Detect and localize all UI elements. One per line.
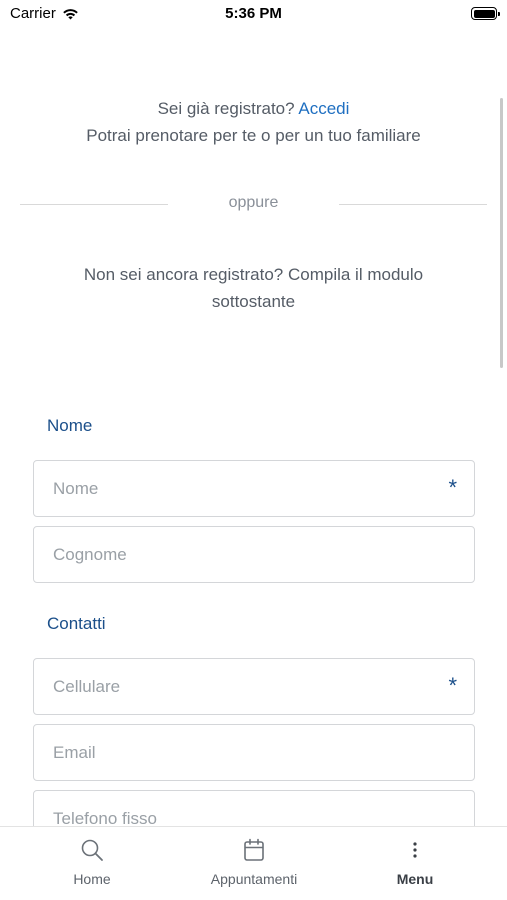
search-icon: [81, 839, 103, 861]
login-prompt-text: Sei già registrato?: [157, 99, 295, 118]
or-divider: oppure: [20, 194, 487, 216]
last-name-field[interactable]: Cognome: [33, 526, 475, 583]
login-link[interactable]: Accedi: [298, 99, 349, 118]
email-placeholder: Email: [53, 743, 96, 762]
clock: 5:36 PM: [225, 5, 282, 22]
register-prompt: Non sei ancora registrato? Compila il mo…: [83, 265, 424, 311]
section-title-nome: Nome: [47, 416, 93, 435]
section-title-contatti: Contatti: [47, 614, 106, 633]
first-name-field[interactable]: Nome *: [33, 460, 475, 517]
tab-appuntamenti-label: Appuntamenti: [210, 871, 298, 887]
email-field[interactable]: Email: [33, 724, 475, 781]
mobile-phone-field[interactable]: Cellulare *: [33, 658, 475, 715]
calendar-icon: [244, 838, 264, 861]
tab-menu-label: Menu: [396, 871, 434, 887]
tab-home-label: Home: [73, 871, 111, 887]
divider-text: oppure: [228, 194, 279, 211]
family-info-text: Potrai prenotare per te o per un tuo fam…: [86, 126, 421, 145]
mobile-phone-placeholder: Cellulare: [53, 677, 121, 696]
tab-appuntamenti[interactable]: Appuntamenti: [184, 837, 324, 887]
last-name-placeholder: Cognome: [53, 545, 127, 564]
required-asterisk: *: [448, 475, 457, 500]
login-prompt: Sei già registrato? Accedi: [0, 99, 507, 119]
first-name-placeholder: Nome: [53, 479, 99, 498]
bottom-tab-bar: Home Appuntamenti Menu: [0, 826, 507, 900]
status-bar: Carrier 5:36 PM: [0, 0, 507, 30]
divider-line-right: [339, 204, 487, 205]
tab-home[interactable]: Home: [22, 837, 162, 887]
required-asterisk: *: [448, 673, 457, 698]
battery-icon: [471, 7, 500, 20]
more-vertical-icon: [413, 842, 417, 858]
tab-menu[interactable]: Menu: [345, 837, 485, 887]
